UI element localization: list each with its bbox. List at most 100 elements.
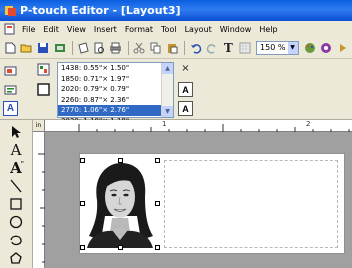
menu-layout[interactable]: Layout — [185, 25, 212, 34]
tape-size-list[interactable]: 1438: 0.55"× 1.50" 1850: 0.71"× 1.97" 20… — [57, 62, 174, 125]
polygon-tool[interactable] — [4, 249, 28, 266]
printer-icon — [110, 42, 122, 53]
more-button[interactable] — [335, 40, 349, 55]
zoom-dropdown-arrow-icon[interactable]: ▼ — [287, 41, 298, 54]
cut-button[interactable] — [132, 40, 146, 55]
selection-handle[interactable] — [155, 201, 160, 206]
toolbar-separator — [184, 40, 186, 55]
layout-canvas[interactable]: in 1 2 — [33, 120, 352, 268]
effects-icon — [321, 42, 332, 53]
close-icon: × — [181, 63, 190, 74]
freehand-icon — [10, 235, 22, 245]
text-t-icon: T — [223, 40, 233, 55]
selection-handle[interactable] — [118, 158, 123, 163]
selection-handle[interactable] — [80, 158, 85, 163]
line-tool[interactable] — [4, 177, 28, 194]
selection-handle[interactable] — [80, 201, 85, 206]
effects-button[interactable] — [319, 40, 333, 55]
horizontal-ruler: 1 2 — [45, 120, 352, 132]
text-tool-button[interactable]: T — [221, 40, 235, 55]
print-button[interactable] — [109, 40, 123, 55]
menu-insert[interactable]: Insert — [94, 25, 117, 34]
tape-size-option[interactable]: 2020: 0.79"× 0.79" — [58, 84, 173, 95]
arrow-pointer-icon — [12, 125, 21, 138]
open-button[interactable] — [19, 40, 33, 55]
tape-style-button[interactable] — [36, 62, 51, 77]
text-a-icon: A — [10, 140, 22, 159]
menu-help[interactable]: Help — [259, 25, 277, 34]
menu-window[interactable]: Window — [220, 25, 252, 34]
property-bar: A × A A — [0, 59, 352, 120]
frame-button[interactable] — [36, 82, 51, 97]
ellipse-tool[interactable] — [4, 213, 28, 230]
selection-handle[interactable] — [155, 158, 160, 163]
menu-file[interactable]: File — [22, 25, 35, 34]
paper-icon — [4, 66, 17, 75]
rectangle-icon — [10, 197, 22, 210]
paste-clipboard-icon — [168, 43, 178, 53]
tape-size-option[interactable]: 1438: 0.55"× 1.50" — [58, 63, 173, 74]
portrait-photo[interactable] — [83, 160, 156, 248]
tape-style-icon — [37, 63, 50, 76]
zoom-value: 150 % — [260, 43, 286, 52]
color-palette-icon — [304, 42, 315, 53]
ruler-unit-label: in — [33, 120, 45, 132]
document-icon[interactable] — [4, 23, 16, 35]
vertical-text-mark-icon: " — [20, 160, 24, 168]
new-document-icon — [5, 42, 16, 53]
text-properties-button[interactable] — [3, 82, 18, 97]
tape-list-scrollbar[interactable]: ▲ ▼ — [161, 63, 173, 117]
tape-size-option[interactable]: 1850: 0.71"× 1.97" — [58, 74, 173, 85]
scroll-down-icon[interactable]: ▼ — [162, 106, 173, 117]
align-bottom-button[interactable]: A — [178, 101, 193, 116]
menu-bar: File Edit View Insert Format Tool Layout… — [0, 21, 352, 37]
p-touch-editor-window: P-touch Editor - [Layout3] File Edit Vie… — [0, 0, 352, 268]
align-top-button[interactable]: A — [178, 82, 193, 97]
selection-handle[interactable] — [80, 245, 85, 250]
grid-button[interactable] — [238, 40, 252, 55]
new-button[interactable] — [3, 40, 17, 55]
rectangle-tool[interactable] — [4, 195, 28, 212]
ruler-label-1: 1 — [162, 120, 167, 128]
color-button[interactable] — [303, 40, 317, 55]
selection-handle[interactable] — [118, 245, 123, 250]
print-preview-button[interactable] — [92, 40, 106, 55]
save-button[interactable] — [36, 40, 50, 55]
database-button[interactable] — [52, 40, 66, 55]
close-panel-button[interactable]: × — [178, 61, 193, 76]
align-bottom-icon: A — [182, 103, 189, 114]
freehand-tool[interactable] — [4, 231, 28, 248]
menu-edit[interactable]: Edit — [43, 25, 59, 34]
main-toolbar: T 150 % ▼ — [0, 37, 352, 59]
paste-button[interactable] — [165, 40, 179, 55]
text-tool[interactable]: A — [4, 140, 28, 159]
portrait-image — [83, 160, 156, 248]
drawing-toolbox: A A " — [0, 120, 33, 268]
zoom-select[interactable]: 150 % ▼ — [256, 40, 299, 55]
menu-tool[interactable]: Tool — [161, 25, 177, 34]
print-setup-button[interactable] — [76, 40, 90, 55]
polygon-icon — [10, 251, 22, 264]
copy-button[interactable] — [148, 40, 162, 55]
label-tape[interactable] — [79, 153, 345, 254]
save-disk-icon — [38, 42, 49, 53]
undo-button[interactable] — [188, 40, 202, 55]
menu-view[interactable]: View — [67, 25, 86, 34]
tape-size-option-selected[interactable]: 2770: 1.06"× 2.76" — [58, 105, 173, 116]
redo-button[interactable] — [205, 40, 219, 55]
scroll-up-icon[interactable]: ▲ — [162, 63, 173, 74]
grid-icon — [239, 42, 251, 53]
selection-handle[interactable] — [155, 245, 160, 250]
vertical-text-tool[interactable]: A " — [4, 159, 28, 177]
redo-icon — [206, 43, 216, 54]
paper-button[interactable] — [3, 63, 18, 78]
toolbar-separator — [71, 40, 73, 55]
window-title: P-touch Editor - [Layout3] — [20, 4, 181, 17]
arrange-button[interactable]: A — [3, 101, 18, 116]
line-icon — [10, 179, 22, 192]
tape-size-option[interactable]: 2260: 0.87"× 2.36" — [58, 95, 173, 106]
ellipse-icon — [9, 215, 23, 228]
select-tool[interactable] — [4, 123, 28, 140]
menu-format[interactable]: Format — [125, 25, 153, 34]
arrange-a-icon: A — [6, 103, 15, 114]
